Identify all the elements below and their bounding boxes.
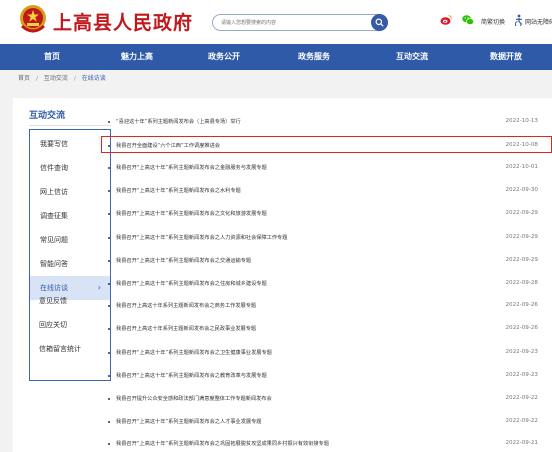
list-item-title[interactable]: 我县召开上高这十年系列主题新闻发布会之民政事业发展专题 (116, 325, 256, 332)
list-item[interactable]: 我县召开“上高这十年”系列主题新闻发布会之文化和旅游发展专题 2022-09-29 (100, 208, 552, 220)
list-item-date: 2022-09-21 (505, 440, 538, 446)
nav-interaction[interactable]: 互动交流 (382, 44, 442, 70)
sidebar-item-feedback[interactable]: 意见反馈 (39, 296, 67, 306)
site-title[interactable]: 上高县人民政府 (53, 8, 193, 35)
list-item[interactable]: 我县召开“上高这十年”系列主题新闻发布会之水利专题 2022-09-30 (100, 185, 552, 197)
list-item-date: 2022-09-26 (505, 302, 538, 308)
sidebar-item-online-petition[interactable]: 网上信访 (30, 180, 110, 204)
list-item-date: 2022-09-26 (505, 325, 538, 331)
sidebar-item-smart-qa[interactable]: 智能问答 (30, 252, 110, 276)
nav-charm-shanggao[interactable]: 魅力上高 (107, 44, 167, 70)
sidebar-item-survey[interactable]: 调查征集 (30, 204, 110, 228)
bullet (108, 375, 110, 377)
list-item-date: 2022-09-28 (505, 280, 538, 286)
highlight-box (101, 136, 552, 153)
list-item[interactable]: 我县召开上高这十年系列主题新闻发布会之商务工作发展专题 2022-09-26 (100, 300, 552, 312)
list-item-title[interactable]: 我县召开“上高这十年”系列主题新闻发布会之交通运输专题 (116, 257, 251, 264)
list-item-title[interactable]: 我县召开提升公众安全感和政法部门满意度整体工作专题新闻发布会 (116, 395, 272, 402)
list-item-date: 2022-09-29 (505, 210, 538, 216)
list-item-date: 2022-09-22 (505, 395, 538, 401)
list-item[interactable]: 我县召开“上高这十年”系列主题新闻发布会之交通运输专题 2022-09-29 (100, 255, 552, 267)
list-item-date: 2022-09-29 (505, 257, 538, 263)
list-item[interactable]: 我县召开“上高这十年”系列主题新闻发布会之卫生健康事业发展专题 2022-09-2… (100, 347, 552, 359)
bullet (108, 398, 110, 400)
weibo-icon[interactable] (440, 14, 452, 26)
bullet (108, 443, 110, 445)
list-item-title[interactable]: 我县召开“上高这十年”系列主题新闻发布会之金融服务与发展专题 (116, 164, 267, 171)
national-emblem-icon (20, 5, 46, 33)
nav-home[interactable]: 首页 (22, 44, 82, 70)
sidebar-item-mailbox-stats[interactable]: 信箱留言统计 (39, 344, 81, 354)
list-item-title[interactable]: 我县召开“上高这十年”系列主题新闻发布会之巩固拓展脱贫攻坚成果同乡村振兴有效衔接… (116, 440, 329, 447)
bullet (108, 260, 110, 262)
sidebar-title: 互动交流 (29, 111, 66, 121)
breadcrumb-interaction[interactable]: 互动交流 (44, 73, 68, 82)
sidebar-item-response[interactable]: 回应关切 (39, 320, 67, 330)
accessibility-icon[interactable] (513, 14, 525, 26)
nav-gov-affairs-open[interactable]: 政务公开 (194, 44, 254, 70)
list-item-title[interactable]: “喜迎这十年”系列主题新闻发布会（上高县专场）举行 (116, 118, 241, 125)
bullet (108, 305, 110, 307)
bullet (108, 283, 110, 285)
list-item-date: 2022-09-23 (505, 372, 538, 378)
list-item-date: 2022-09-30 (505, 187, 538, 193)
site-header: 上高县人民政府 简繁切换 网站无障碍 (0, 0, 552, 44)
sidebar-divider (29, 125, 111, 126)
search-box (212, 14, 388, 31)
bullet (108, 121, 110, 123)
list-item[interactable]: 我县召开提升公众安全感和政法部门满意度整体工作专题新闻发布会 2022-09-22 (100, 393, 552, 405)
list-item-title[interactable]: 我县召开“上高这十年”系列主题新闻发布会之水利专题 (116, 187, 241, 194)
list-item-title[interactable]: 我县召开“上高这十年”系列主题新闻发布会之文化和旅游发展专题 (116, 210, 267, 217)
bullet (108, 421, 110, 423)
breadcrumb-separator: / (73, 75, 76, 82)
breadcrumb: 首页 / 互动交流 / 在线访谈 (18, 73, 106, 82)
list-item[interactable]: 我县召开“上高这十年”系列主题新闻发布会之巩固拓展脱贫攻坚成果同乡村振兴有效衔接… (100, 438, 552, 450)
list-item[interactable]: 我县召开“上高这十年”系列主题新闻发布会之人才事业发展专题 2022-09-22 (100, 416, 552, 428)
bullet (108, 328, 110, 330)
sidebar-item-write-letter[interactable]: 我要写信 (30, 132, 110, 156)
main-nav: 首页 魅力上高 政务公开 政务服务 互动交流 数据开放 (0, 44, 552, 70)
list-item-title[interactable]: 我县召开“上高这十年”系列主题新闻发布会之人力资源和社会保障工作专题 (116, 234, 287, 241)
list-item-title[interactable]: 我县召开上高这十年系列主题新闻发布会之商务工作发展专题 (116, 302, 256, 309)
list-item[interactable]: 我县召开“上高这十年”系列主题新闻发布会之人力资源和社会保障工作专题 2022-0… (100, 232, 552, 244)
list-item-title[interactable]: 我县召开“上高这十年”系列主题新闻发布会之人才事业发展专题 (116, 418, 261, 425)
list-item-title[interactable]: 我县召开“上高这十年”系列主题新闻发布会之卫生健康事业发展专题 (116, 349, 272, 356)
breadcrumb-home[interactable]: 首页 (18, 73, 30, 82)
sidebar-item-faq[interactable]: 常见问题 (30, 228, 110, 252)
nav-gov-services[interactable]: 政务服务 (284, 44, 344, 70)
list-item-date: 2022-10-13 (505, 118, 538, 124)
list-item-date: 2022-09-23 (505, 349, 538, 355)
list-item-title[interactable]: 我县召开“上高这十年”系列主题新闻发布会之教育改革与发展专题 (116, 372, 267, 379)
search-input[interactable] (221, 16, 361, 29)
search-icon (375, 18, 384, 27)
search-button[interactable] (371, 14, 388, 31)
list-item[interactable]: “喜迎这十年”系列主题新闻发布会（上高县专场）举行 2022-10-13 (100, 116, 552, 128)
nav-data-open[interactable]: 数据开放 (476, 44, 536, 70)
simplified-traditional-link[interactable]: 简繁切换 (481, 17, 505, 26)
list-item-title[interactable]: 我县召开“上高这十年”系列主题新闻发布会之住房和城乡建设专题 (116, 280, 267, 287)
list-item[interactable]: 我县召开上高这十年系列主题新闻发布会之民政事业发展专题 2022-09-26 (100, 323, 552, 335)
breadcrumb-separator: / (35, 75, 38, 82)
sidebar-item-label: 在线访谈 (40, 284, 68, 292)
wechat-icon[interactable] (462, 14, 474, 26)
list-item-date: 2022-09-22 (505, 418, 538, 424)
list-item[interactable]: 我县召开“上高这十年”系列主题新闻发布会之教育改革与发展专题 2022-09-23 (100, 370, 552, 382)
list-item[interactable]: 我县召开“上高这十年”系列主题新闻发布会之金融服务与发展专题 2022-10-01 (100, 162, 552, 174)
bullet (108, 190, 110, 192)
list-item-date: 2022-10-01 (505, 164, 538, 170)
breadcrumb-current: 在线访谈 (81, 75, 106, 82)
bullet (108, 237, 110, 239)
bullet (108, 167, 110, 169)
accessibility-link[interactable]: 网站无障碍 (525, 17, 552, 26)
list-item-date: 2022-09-29 (505, 234, 538, 240)
list-item[interactable]: 我县召开“上高这十年”系列主题新闻发布会之住房和城乡建设专题 2022-09-28 (100, 278, 552, 290)
bullet (108, 213, 110, 215)
bullet (108, 352, 110, 354)
sidebar-item-letter-query[interactable]: 信件查询 (30, 156, 110, 180)
